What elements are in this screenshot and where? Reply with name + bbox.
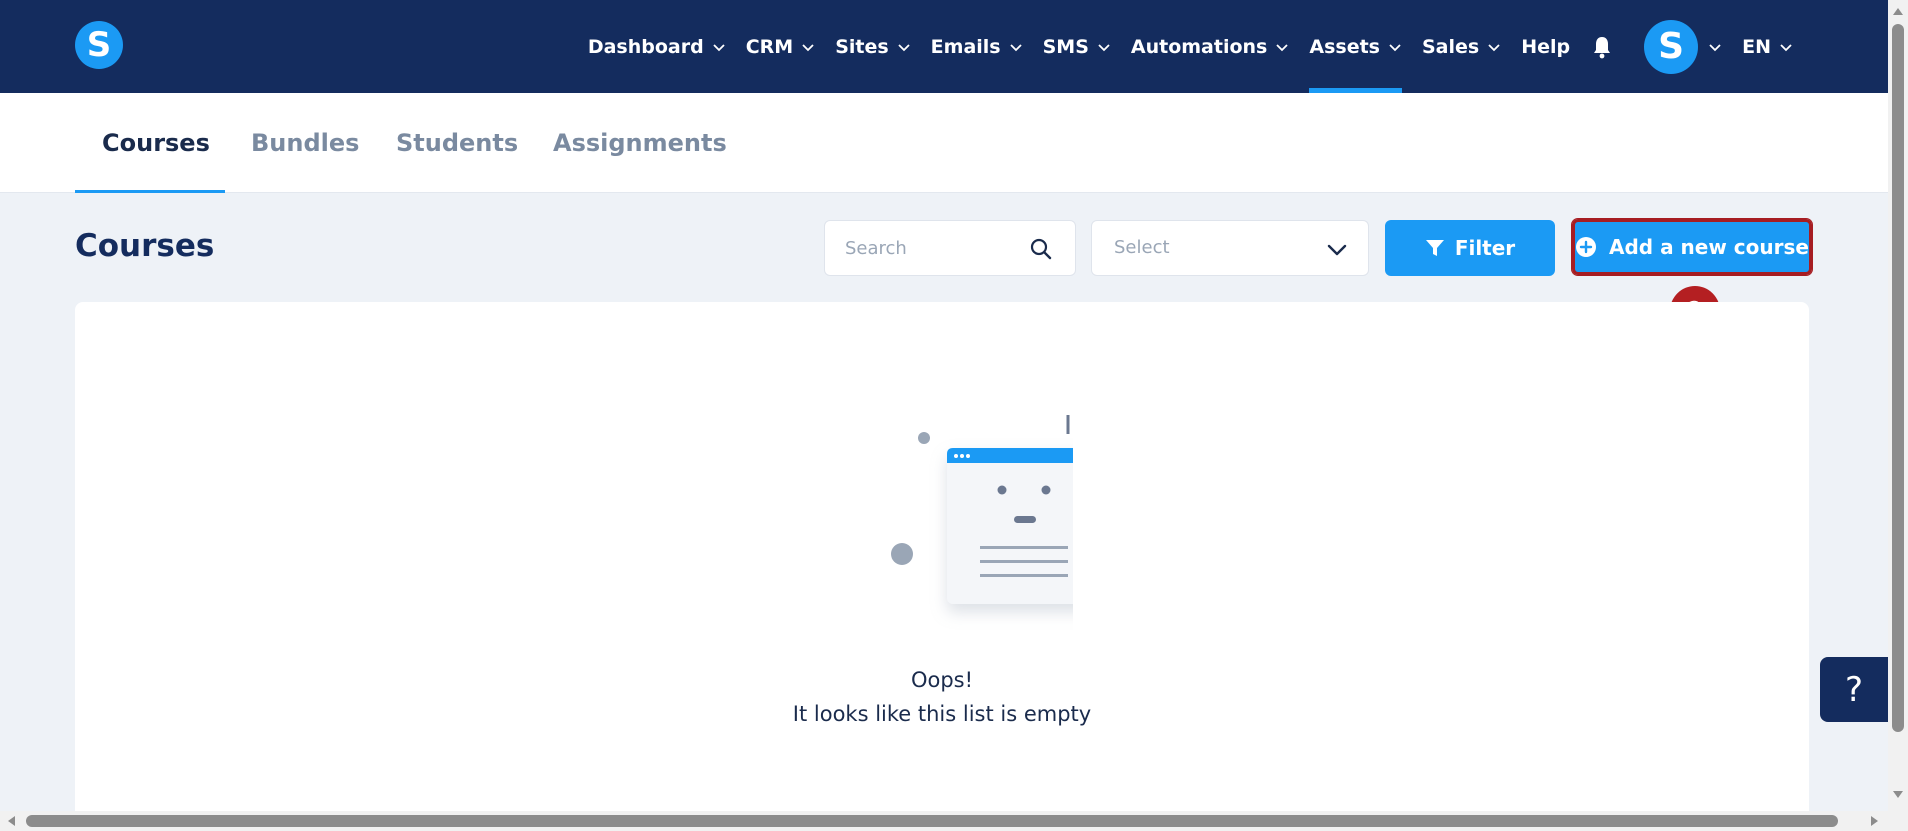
course-select[interactable]: Select (1091, 220, 1369, 276)
tab-label: Courses (102, 129, 210, 157)
empty-list-illustration (891, 415, 1073, 604)
nav-label: Assets (1309, 35, 1380, 58)
page-title: Courses (75, 228, 215, 264)
chevron-down-icon (1327, 244, 1347, 256)
horizontal-scrollbar[interactable] (0, 811, 1888, 831)
sub-tabs: Courses Bundles Students Assignments (0, 93, 1888, 193)
vertical-scrollbar[interactable] (1888, 0, 1908, 831)
scroll-right-arrow-icon[interactable] (1870, 815, 1880, 827)
avatar-letter: S (1658, 26, 1685, 67)
nav-help[interactable]: Help (1521, 0, 1570, 93)
empty-state-message: It looks like this list is empty (792, 702, 1092, 726)
help-question-icon: ? (1844, 669, 1864, 710)
chevron-down-icon (1389, 43, 1401, 51)
chevron-down-icon (802, 43, 814, 51)
nav-label: Emails (930, 35, 1001, 58)
tab-label: Bundles (251, 129, 360, 157)
nav-assets[interactable]: Assets (1309, 0, 1402, 93)
courses-list-card: Oops! It looks like this list is empty (75, 302, 1809, 822)
nav-crm[interactable]: CRM (746, 0, 815, 93)
user-avatar[interactable]: S (1644, 19, 1699, 74)
tab-label: Assignments (553, 129, 727, 157)
nav-label: Sites (835, 35, 889, 58)
tab-students[interactable]: Students (396, 93, 518, 193)
horizontal-scroll-thumb[interactable] (26, 815, 1838, 827)
nav-label: SMS (1042, 35, 1089, 58)
nav-emails[interactable]: Emails (931, 0, 1023, 93)
chevron-down-icon (898, 43, 910, 51)
tab-bundles[interactable]: Bundles (251, 93, 359, 193)
chevron-down-icon (1009, 43, 1022, 51)
help-widget-button[interactable]: ? (1820, 657, 1888, 722)
filter-icon (1425, 240, 1444, 256)
chevron-down-icon (1488, 43, 1500, 51)
nav-automations[interactable]: Automations (1131, 0, 1289, 93)
nav-label: CRM (745, 35, 794, 58)
chevron-down-icon (1098, 43, 1110, 51)
scroll-left-arrow-icon[interactable] (6, 815, 16, 827)
logo-letter: S (86, 25, 112, 65)
chevron-down-icon (1780, 43, 1792, 51)
language-label: EN (1742, 35, 1771, 58)
chevron-down-icon (1276, 43, 1289, 51)
search-field[interactable] (824, 220, 1076, 276)
nav-sites[interactable]: Sites (835, 0, 910, 93)
language-selector[interactable]: EN (1742, 0, 1793, 93)
vertical-scroll-thumb[interactable] (1892, 24, 1904, 732)
chevron-down-icon (713, 43, 725, 51)
chevron-down-icon[interactable] (1708, 40, 1722, 54)
tab-assignments[interactable]: Assignments (553, 93, 727, 193)
filter-button[interactable]: Filter (1385, 220, 1555, 276)
active-tab-indicator (75, 190, 225, 193)
tab-courses[interactable]: Courses (102, 93, 210, 193)
page: S Dashboard CRM Sites Emails SMS Automat… (0, 0, 1908, 831)
nav-sms[interactable]: SMS (1043, 0, 1111, 93)
nav-sales[interactable]: Sales (1422, 0, 1501, 93)
add-course-label: Add a new course (1609, 235, 1809, 259)
app-logo[interactable]: S (75, 21, 123, 69)
nav-items: Dashboard CRM Sites Emails SMS Automatio… (568, 0, 1793, 93)
nav-label: Help (1521, 35, 1571, 58)
filter-label: Filter (1454, 236, 1516, 260)
add-course-button[interactable]: Add a new course (1571, 218, 1813, 276)
tab-label: Students (396, 129, 519, 157)
search-input[interactable] (845, 221, 1025, 275)
select-placeholder: Select (1114, 237, 1170, 258)
plus-circle-icon (1576, 237, 1597, 257)
nav-dashboard[interactable]: Dashboard (588, 0, 726, 93)
bell-icon[interactable] (1590, 35, 1614, 59)
scroll-down-arrow-icon[interactable] (1892, 790, 1904, 800)
search-icon[interactable] (1029, 237, 1053, 261)
scroll-up-arrow-icon[interactable] (1892, 6, 1904, 16)
nav-label: Dashboard (587, 35, 704, 58)
top-navigation: S Dashboard CRM Sites Emails SMS Automat… (0, 0, 1888, 93)
nav-label: Sales (1421, 35, 1480, 58)
nav-label: Automations (1130, 35, 1268, 58)
empty-state-title: Oops! (910, 668, 974, 692)
